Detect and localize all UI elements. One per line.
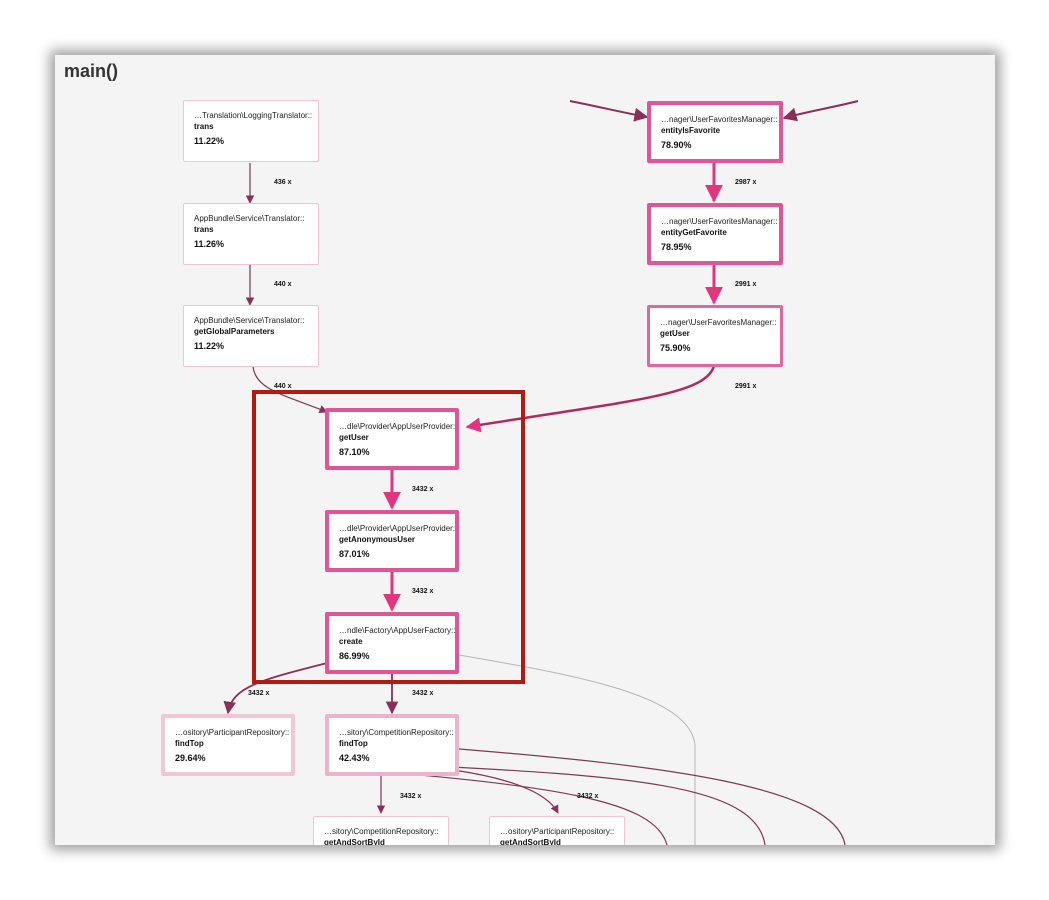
node-class: …ository\ParticipantRepository:: <box>175 728 290 737</box>
node-favorites-entity-get-favorite[interactable]: …nager\UserFavoritesManager:: entityGetF… <box>647 203 783 265</box>
node-percent: 29.64% <box>175 753 206 763</box>
highlight-box <box>252 390 525 684</box>
edge-label: 3432 x <box>577 793 599 800</box>
edge-label: 436 x <box>274 179 292 186</box>
edge-incoming-left-to-isfavorite <box>569 100 649 122</box>
node-favorites-entity-is-favorite[interactable]: …nager\UserFavoritesManager:: entityIsFa… <box>647 101 783 163</box>
node-class: …sitory\CompetitionRepository:: <box>324 827 439 836</box>
node-function: findTop <box>175 739 204 748</box>
node-class: …ository\ParticipantRepository:: <box>500 827 615 836</box>
edge-label: 3432 x <box>412 690 434 697</box>
edge-label: 440 x <box>274 281 292 288</box>
node-percent: 78.90% <box>661 140 692 150</box>
edge-incoming-right-to-isfavorite <box>782 100 859 122</box>
node-class: …nager\UserFavoritesManager:: <box>660 318 777 327</box>
node-class: …nager\UserFavoritesManager:: <box>661 115 778 124</box>
call-graph-panel: main() 436 x 440 x 440 x 2987 x 2991 x 2… <box>55 55 995 845</box>
node-percent: 11.22% <box>194 341 225 351</box>
node-logging-translator-trans[interactable]: …Translation\LoggingTranslator:: trans 1… <box>183 100 319 162</box>
node-function: getAndSortById <box>500 838 561 845</box>
node-translator-get-global-parameters[interactable]: AppBundle\Service\Translator:: getGlobal… <box>183 305 319 367</box>
node-competition-get-and-sort-by-id[interactable]: …sitory\CompetitionRepository:: getAndSo… <box>313 816 449 845</box>
node-percent: 78.95% <box>661 242 692 252</box>
node-class: AppBundle\Service\Translator:: <box>194 316 305 325</box>
node-function: getAndSortById <box>324 838 385 845</box>
node-participant-find-top[interactable]: …ository\ParticipantRepository:: findTop… <box>161 714 295 776</box>
node-percent: 42.43% <box>339 753 370 763</box>
node-class: …sitory\CompetitionRepository:: <box>339 728 454 737</box>
edge-label: 2991 x <box>735 383 757 390</box>
node-function: getUser <box>660 329 690 338</box>
edge-label: 2987 x <box>735 179 757 186</box>
edge-label: 440 x <box>274 383 292 390</box>
node-competition-find-top[interactable]: …sitory\CompetitionRepository:: findTop … <box>325 714 459 776</box>
node-class: AppBundle\Service\Translator:: <box>194 214 305 223</box>
node-percent: 11.26% <box>194 239 225 249</box>
edge-label: 2991 x <box>735 281 757 288</box>
edge-label: 3432 x <box>400 793 422 800</box>
node-class: …nager\UserFavoritesManager:: <box>661 217 778 226</box>
node-function: getGlobalParameters <box>194 327 275 336</box>
node-function: trans <box>194 225 214 234</box>
node-function: entityIsFavorite <box>661 126 721 135</box>
node-favorites-get-user[interactable]: …nager\UserFavoritesManager:: getUser 75… <box>647 305 783 367</box>
node-percent: 11.22% <box>194 136 225 146</box>
node-class: …Translation\LoggingTranslator:: <box>194 111 313 120</box>
edge-label: 3432 x <box>248 690 270 697</box>
node-translator-trans[interactable]: AppBundle\Service\Translator:: trans 11.… <box>183 203 319 265</box>
node-function: findTop <box>339 739 368 748</box>
node-percent: 75.90% <box>660 343 691 353</box>
node-participant-get-and-sort-by-id[interactable]: …ository\ParticipantRepository:: getAndS… <box>489 816 625 845</box>
node-function: trans <box>194 122 214 131</box>
node-function: entityGetFavorite <box>661 228 727 237</box>
